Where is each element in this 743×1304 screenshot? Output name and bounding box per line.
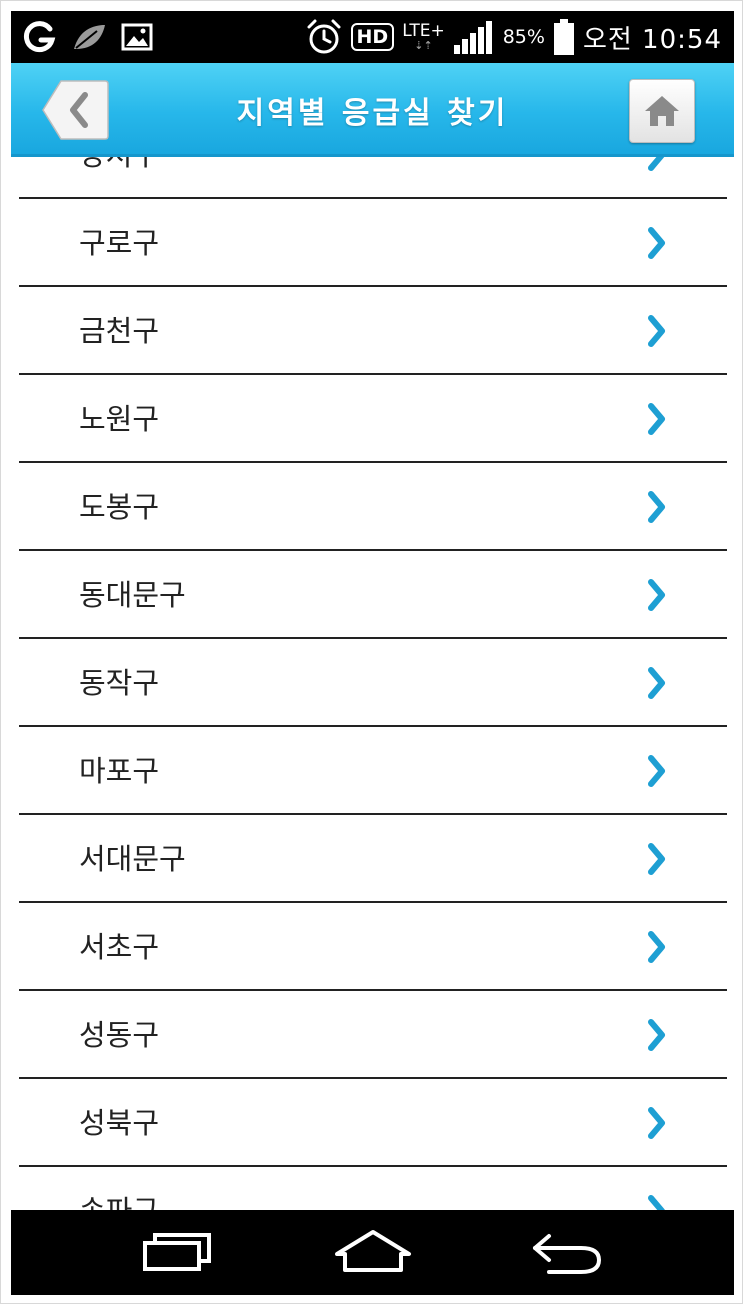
list-item-label: 금천구 <box>79 314 160 348</box>
back-icon[interactable] <box>529 1224 605 1280</box>
page-title: 지역별 응급실 찾기 <box>236 96 509 131</box>
chevron-right-icon <box>648 755 665 787</box>
list-item[interactable]: 성동구 <box>19 991 727 1079</box>
list-item[interactable]: 강서구 <box>19 157 727 199</box>
chevron-left-icon <box>42 80 109 140</box>
list-item[interactable]: 금천구 <box>19 287 727 375</box>
hd-icon: HD <box>350 23 395 51</box>
battery-icon <box>553 19 574 55</box>
home-icon[interactable] <box>333 1224 413 1280</box>
list-item[interactable]: 마포구 <box>19 727 727 815</box>
alarm-icon <box>307 19 341 54</box>
carrier-g-icon <box>23 21 56 53</box>
list-item[interactable]: 노원구 <box>19 375 727 463</box>
list-item[interactable]: 서초구 <box>19 903 727 991</box>
chevron-right-icon <box>648 579 665 611</box>
list-item-label: 도봉구 <box>79 490 160 524</box>
back-button[interactable] <box>41 79 109 141</box>
list-item-label: 마포구 <box>79 754 160 788</box>
chevron-right-icon <box>648 1195 665 1210</box>
district-list: 강서구 구로구 금천구 노원구 도봉구 동대문구 동작구 마포구 <box>19 157 727 1210</box>
home-icon <box>645 96 679 126</box>
chevron-right-icon <box>648 227 665 259</box>
leaf-icon <box>74 25 105 49</box>
battery-percent: 85% <box>502 26 545 48</box>
list-item[interactable]: 구로구 <box>19 199 727 287</box>
list-item[interactable]: 도봉구 <box>19 463 727 551</box>
list-item-label: 송파구 <box>79 1167 159 1210</box>
chevron-right-icon <box>648 1019 665 1051</box>
recent-apps-icon[interactable] <box>141 1224 213 1280</box>
list-item-label: 서초구 <box>79 930 160 964</box>
list-item[interactable]: 성북구 <box>19 1079 727 1167</box>
chevron-right-icon <box>648 491 665 523</box>
list-item-label: 구로구 <box>79 226 160 260</box>
list-item-label: 성동구 <box>79 1018 160 1052</box>
screen: HD LTE+ ⇣⇡ 85% 오전 10:54 지역별 응급실 찾기 구로구 금… <box>0 0 743 1304</box>
list-item-label: 동대문구 <box>79 578 186 612</box>
chevron-right-icon <box>648 667 665 699</box>
lte-icon: LTE+ ⇣⇡ <box>402 21 445 52</box>
chevron-right-icon <box>648 157 665 171</box>
lte-label: LTE+ <box>402 21 445 41</box>
list-item[interactable]: 동작구 <box>19 639 727 727</box>
clock: 오전 10:54 <box>582 24 722 55</box>
chevron-right-icon <box>648 1107 665 1139</box>
list-item[interactable]: 서대문구 <box>19 815 727 903</box>
list-item-label: 동작구 <box>79 666 160 700</box>
list-item-label: 성북구 <box>79 1106 160 1140</box>
chevron-right-icon <box>648 843 665 875</box>
status-bar: HD LTE+ ⇣⇡ 85% 오전 10:54 <box>11 11 734 63</box>
hd-label: HD <box>356 26 389 48</box>
chevron-right-icon <box>648 403 665 435</box>
home-button[interactable] <box>629 79 695 143</box>
signal-icon <box>453 21 492 54</box>
chevron-right-icon <box>648 315 665 347</box>
app-header: 지역별 응급실 찾기 <box>11 63 734 157</box>
navigation-bar <box>11 1210 734 1295</box>
gallery-icon <box>121 23 153 51</box>
chevron-right-icon <box>648 931 665 963</box>
list-item-label: 서대문구 <box>79 842 186 876</box>
list-item[interactable]: 동대문구 <box>19 551 727 639</box>
list-item-label: 노원구 <box>79 402 160 436</box>
list-item-label: 강서구 <box>79 157 159 199</box>
list-item[interactable]: 송파구 <box>19 1167 727 1210</box>
